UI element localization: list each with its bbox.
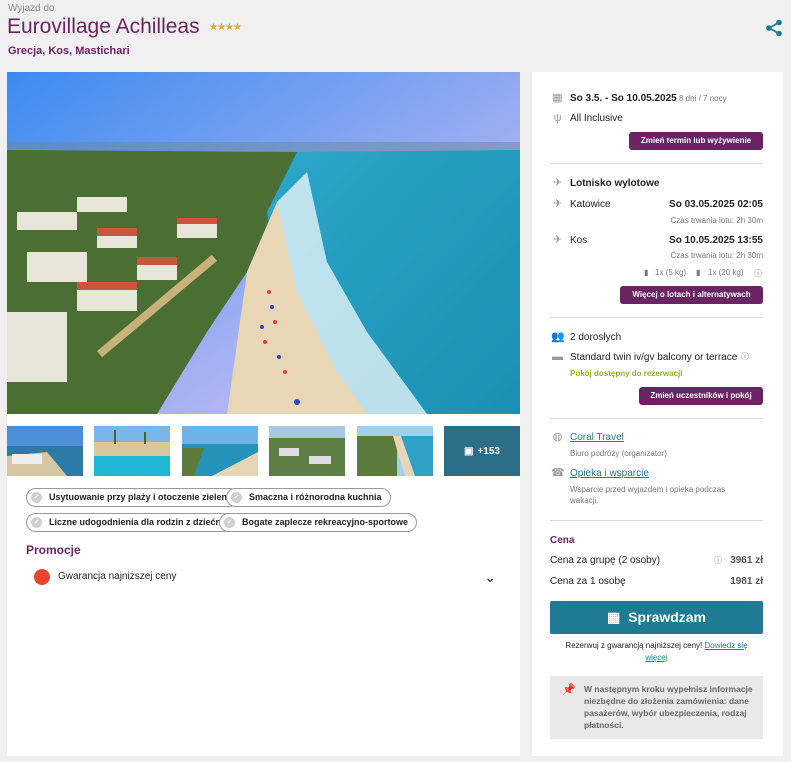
hotel-location: Grecja, Kos, Mastichari (8, 45, 130, 57)
feature-chip: ✓ Bogate zaplecze rekreacyjno-sportowe (219, 513, 418, 532)
promotions-heading: Promocje (26, 543, 81, 557)
star-rating: ★★★★ (209, 22, 242, 33)
divider (550, 418, 763, 419)
next-step-note: 📌 W następnym kroku wypełnisz informacje… (550, 676, 763, 739)
feature-chip: ✓ Liczne udogodnienia dla rodzin z dziećm… (26, 513, 236, 532)
check-button[interactable]: ▦ Sprawdzam (550, 601, 763, 634)
cabin-bag-icon: ▮ (644, 268, 649, 277)
support-description: Wsparcie przed wyjazdem i opieka podczas (570, 485, 726, 494)
learn-more-link[interactable]: więcej (645, 653, 667, 662)
price-guarantee-note: Rezerwuj z gwarancją najniższej ceny! Do… (565, 641, 748, 662)
calendar-icon: ▦ (552, 92, 563, 104)
group-price-label: Cena za grupę (2 osoby) (550, 555, 661, 566)
promotion-item[interactable]: Gwarancja najniższej ceny ⌄ (34, 569, 496, 585)
price-guarantee-icon (34, 569, 50, 585)
outbound-flight-duration: Czas trwania lotu: 2h 30m (670, 216, 764, 225)
change-date-button[interactable]: Zmień termin lub wyżywienie (629, 132, 763, 150)
cutlery-icon: ψ (553, 112, 562, 124)
outbound-city: Katowice (570, 199, 611, 210)
divider (550, 163, 763, 164)
people-icon: 👥 (551, 331, 565, 343)
price-heading: Cena (550, 535, 575, 546)
guests-count: 2 dorosłych (570, 332, 622, 343)
thumbnail-photo[interactable] (94, 426, 170, 476)
plane-icon: ✈ (552, 177, 563, 189)
pin-icon: 📌 (562, 684, 576, 696)
return-datetime: So 10.05.2025 13:55 (669, 235, 763, 246)
person-price-label: Cena za 1 osobę (550, 576, 626, 587)
share-icon[interactable] (765, 19, 783, 37)
learn-more-link[interactable]: Dowiedz się (705, 641, 748, 650)
info-icon[interactable]: ⓘ (754, 268, 762, 279)
thumbnail-photo[interactable] (269, 426, 345, 476)
page-title: Eurovillage Achilleas (7, 15, 200, 38)
divider (550, 317, 763, 318)
photo-thumbnails: ▣ +153 (7, 426, 520, 476)
feature-chip: ✓ Smaczna i różnorodna kuchnia (226, 488, 391, 507)
info-icon[interactable]: ⓘ (714, 555, 722, 566)
organizer-link[interactable]: Coral Travel (570, 432, 624, 443)
person-price-value: 1981 zł (730, 576, 763, 587)
trip-duration: 8 dni / 7 nocy (679, 94, 727, 103)
breadcrumb: Wyjazd do (8, 3, 55, 14)
bed-icon: ▬ (552, 351, 563, 363)
feature-chip: ✓ Usytuowanie przy plaży i otoczenie ziel… (26, 488, 239, 507)
room-type: Standard twin iv/gv balcony or terrace (570, 352, 738, 363)
change-guests-button[interactable]: Zmień uczestników i pokój (639, 387, 763, 405)
support-description: wakacji. (570, 496, 599, 505)
check-icon: ✓ (31, 517, 42, 528)
landing-icon: ✈ (552, 234, 563, 246)
next-step-text: W następnym kroku wypełnisz informacje n… (584, 684, 753, 730)
thumbnail-photo[interactable] (7, 426, 83, 476)
support-icon: ☎ (551, 467, 565, 479)
gallery-panel: ▣ +153 ✓ Usytuowanie przy plaży i otoczeni… (7, 72, 520, 756)
calendar-icon: ▦ (606, 609, 621, 625)
more-photos-button[interactable]: ▣ +153 (444, 426, 520, 476)
globe-icon: ◍ (552, 431, 563, 443)
support-link[interactable]: Opieka i wsparcie (570, 468, 649, 479)
return-flight-duration: Czas trwania lotu: 2h 30m (670, 251, 764, 260)
group-price-value: 3961 zł (730, 555, 763, 566)
check-icon: ✓ (231, 492, 242, 503)
flights-info-button[interactable]: Więcej o lotach i alternatywach (620, 286, 763, 304)
departure-airport-heading: Lotnisko wylotowe (570, 178, 660, 189)
takeoff-icon: ✈ (552, 198, 563, 210)
return-city: Kos (570, 235, 588, 246)
divider (550, 520, 763, 521)
board-type: All Inclusive (570, 113, 623, 124)
trip-dates: So 3.5. - So 10.05.2025 (570, 93, 677, 104)
cabin-bag-allowance: 1x (5 kg) (655, 268, 687, 277)
more-photos-count: +153 (477, 445, 500, 457)
hotel-main-photo[interactable] (7, 72, 520, 414)
check-icon: ✓ (31, 492, 42, 503)
info-icon[interactable]: ⓘ (741, 351, 749, 362)
outbound-datetime: So 03.05.2025 02:05 (669, 199, 763, 210)
chevron-down-icon[interactable]: ⌄ (484, 569, 496, 586)
booking-panel: ▦ So 3.5. - So 10.05.2025 8 dni / 7 nocy… (532, 72, 783, 756)
thumbnail-photo[interactable] (182, 426, 258, 476)
image-icon: ▣ (464, 445, 474, 457)
room-availability: Pokój dostępny do rezerwacji (570, 369, 683, 378)
checked-bag-allowance: 1x (20 kg) (708, 268, 744, 277)
thumbnail-photo[interactable] (357, 426, 433, 476)
promotion-label: Gwarancja najniższej ceny (58, 571, 177, 582)
check-icon: ✓ (224, 517, 235, 528)
luggage-icon: ▮ (696, 268, 701, 277)
organizer-role: Biuro podróży (organizator) (570, 449, 667, 458)
